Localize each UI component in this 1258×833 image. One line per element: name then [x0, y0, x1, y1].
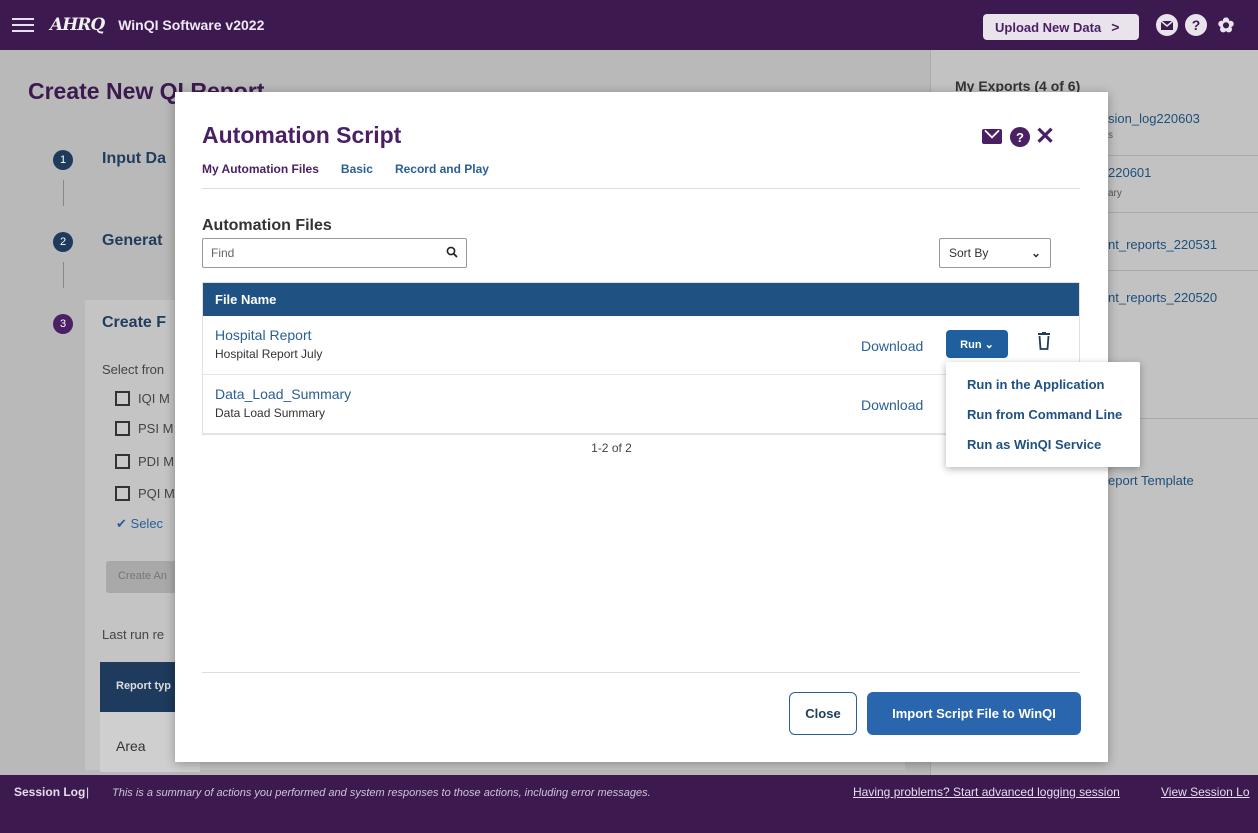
create-button[interactable]: Create An	[106, 561, 186, 593]
chevron-down-icon: ⌄	[1030, 246, 1041, 260]
tab-record-and-play[interactable]: Record and Play	[395, 162, 489, 184]
select-from-text: Select fron	[102, 362, 165, 377]
help-icon[interactable]: ?	[1010, 127, 1030, 147]
settings-gear-icon[interactable]: ✿	[1215, 14, 1237, 37]
report-template-link[interactable]: eport Template	[1108, 473, 1194, 488]
run-button[interactable]: Run ⌄	[946, 330, 1008, 358]
tab-my-automation-files[interactable]: My Automation Files	[202, 162, 319, 184]
search-input[interactable]	[203, 246, 433, 260]
export-link[interactable]: 220601	[1108, 165, 1151, 180]
checkbox[interactable]	[115, 421, 130, 436]
advanced-logging-link[interactable]: Having problems? Start advanced logging …	[853, 785, 1120, 799]
step-1-badge: 1	[53, 150, 73, 170]
checkbox[interactable]	[115, 391, 130, 406]
footer-separator: |	[86, 785, 90, 799]
app-title: WinQI Software v2022	[118, 17, 265, 33]
file-description: Hospital Report July	[215, 347, 323, 361]
help-icon[interactable]: ?	[1185, 14, 1207, 36]
export-link[interactable]: nt_reports_220531	[1108, 237, 1217, 252]
modal-tabs: My Automation Files Basic Record and Pla…	[202, 162, 511, 184]
close-button[interactable]: Close	[789, 692, 857, 735]
find-field	[202, 238, 467, 268]
export-link[interactable]: sion_log220603	[1108, 111, 1200, 126]
hamburger-menu-icon[interactable]	[12, 18, 34, 32]
export-link[interactable]: nt_reports_220520	[1108, 290, 1217, 305]
step-3-badge: 3	[53, 314, 73, 334]
file-description: Data Load Summary	[215, 406, 326, 420]
select-all-label: Selec	[130, 516, 164, 531]
session-log-label: Session Log	[14, 785, 86, 799]
export-sub: ary	[1108, 188, 1122, 199]
step-3-label[interactable]: Create F	[102, 314, 166, 332]
checkbox[interactable]	[115, 486, 130, 501]
download-link[interactable]: Download	[861, 338, 923, 354]
menu-item-run-as-service[interactable]: Run as WinQI Service	[967, 437, 1101, 452]
trash-icon[interactable]	[1038, 332, 1050, 350]
step-1-label[interactable]: Input Da	[102, 150, 166, 168]
import-script-button[interactable]: Import Script File to WinQI	[867, 692, 1081, 735]
modal-footer-divider	[202, 672, 1080, 673]
sort-by-label: Sort By	[949, 246, 989, 260]
tabs-divider	[202, 188, 1080, 189]
download-link[interactable]: Download	[861, 397, 923, 413]
menu-item-run-from-command-line[interactable]: Run from Command Line	[967, 407, 1122, 422]
upload-new-data-button[interactable]: Upload New Data >	[983, 14, 1139, 40]
checkbox-label: PDI M	[138, 454, 175, 469]
chevron-right-icon: >	[1111, 19, 1120, 35]
run-dropdown-menu: Run in the Application Run from Command …	[946, 362, 1140, 467]
select-all-link[interactable]: ✔ Selec	[116, 516, 163, 532]
file-name-link[interactable]: Data_Load_Summary	[215, 386, 351, 402]
sort-by-select[interactable]: Sort By ⌄	[939, 238, 1051, 268]
pagination-label: 1-2 of 2	[591, 441, 632, 455]
checkbox-label: PQI M	[138, 486, 175, 501]
session-log-footer: Session Log | This is a summary of actio…	[0, 775, 1258, 833]
checkbox-label: PSI M	[138, 421, 174, 436]
automation-files-title: Automation Files	[202, 217, 332, 234]
search-icon[interactable]	[446, 246, 458, 258]
last-run-text: Last run re	[102, 627, 165, 642]
mail-icon[interactable]	[1156, 14, 1178, 36]
checkbox[interactable]	[115, 454, 130, 469]
step-2-label[interactable]: Generat	[102, 232, 162, 250]
export-sub: s	[1108, 130, 1113, 141]
file-name-header: File Name	[203, 283, 1079, 316]
mail-icon[interactable]	[982, 129, 1002, 144]
file-name-link[interactable]: Hospital Report	[215, 327, 312, 343]
tab-basic[interactable]: Basic	[341, 162, 373, 184]
view-session-log-link[interactable]: View Session Lo	[1161, 785, 1250, 799]
upload-label: Upload New Data	[995, 19, 1102, 35]
checkbox-label: IQI M	[138, 391, 170, 406]
step-connector	[63, 262, 64, 288]
check-icon: ✔	[116, 516, 127, 531]
step-connector	[63, 180, 64, 206]
session-log-description: This is a summary of actions you perform…	[112, 787, 651, 799]
modal-title: Automation Script	[202, 122, 402, 148]
menu-item-run-in-application[interactable]: Run in the Application	[967, 377, 1104, 392]
step-2-badge: 2	[53, 232, 73, 252]
close-icon[interactable]: ✕	[1035, 122, 1055, 151]
ahrq-logo: AHRQ	[50, 15, 105, 35]
